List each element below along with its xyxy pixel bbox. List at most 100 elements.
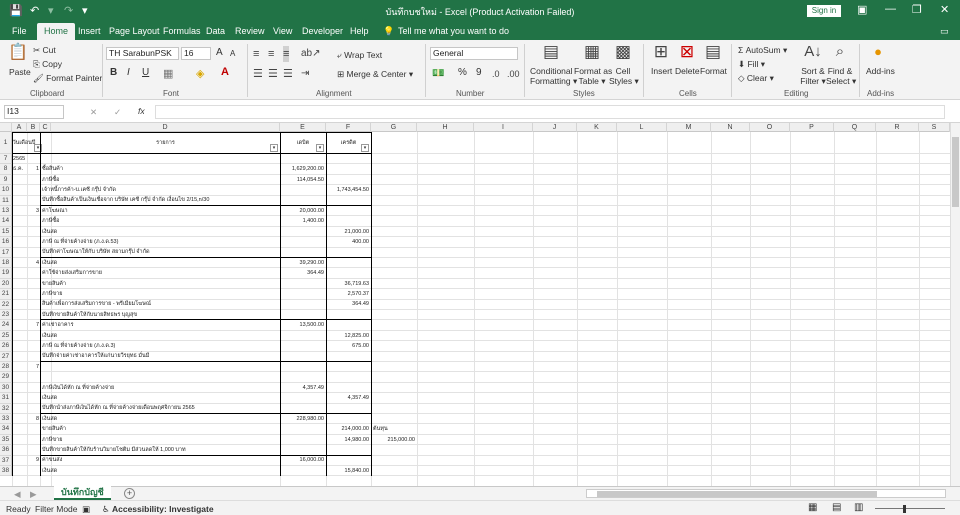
add-sheet-button[interactable]: + (124, 488, 135, 499)
wrap-text-button[interactable]: ⤶ Wrap Text (337, 50, 382, 60)
cell-debit[interactable]: 364.49 (281, 270, 324, 277)
row-header-16[interactable]: 16 (0, 237, 12, 248)
cell-description[interactable]: บันทึกขายสินค้าให้กับร้านวิมายโชติม มีส่… (42, 447, 278, 454)
h-scroll-thumb[interactable] (597, 491, 877, 497)
ribbon-display-icon[interactable]: ▣ (857, 3, 867, 16)
cell-credit[interactable]: 1,743,454.50 (327, 187, 369, 194)
cell-day[interactable]: 4 (27, 260, 39, 267)
row-header-22[interactable]: 22 (0, 299, 12, 310)
cell-description[interactable]: ภาษี ณ ที่จ่ายค้างจ่าย (ภ.ง.ด.3) (42, 343, 278, 350)
grow-font-button[interactable]: A (216, 48, 223, 58)
cell-debit[interactable]: 13,500.00 (281, 322, 324, 329)
row-header-9[interactable]: 9 (0, 174, 12, 186)
cancel-icon[interactable]: ✕ (90, 107, 97, 117)
row-header-15[interactable]: 15 (0, 226, 12, 238)
row-header-25[interactable]: 25 (0, 330, 12, 342)
column-header-p[interactable]: P (790, 123, 834, 132)
cell-description[interactable]: ค่าใช้จ่ายส่งเสริมการขาย (42, 270, 278, 277)
align-right-icon[interactable]: ☰ (283, 66, 293, 82)
name-box[interactable]: I13 (4, 105, 64, 119)
cell-debit[interactable]: 228,980.00 (281, 416, 324, 423)
minimize-icon[interactable]: — (885, 3, 896, 15)
row-header-35[interactable]: 35 (0, 434, 12, 446)
increase-decimal-icon[interactable]: .0 (492, 66, 500, 82)
row-header-36[interactable]: 36 (0, 445, 12, 456)
cell-description[interactable]: บันทึกจ่ายค่าเช่าอาคารให้แก่นายวีรยุทธ ม… (42, 353, 278, 360)
comma-button[interactable]: 9 (476, 68, 482, 78)
cell-description[interactable]: ขายสินค้า (42, 281, 278, 288)
cell-description[interactable]: บันทึกขายสินค้าให้กับนายสิทธพร บุญสุข (42, 312, 278, 319)
column-header-c[interactable]: C (40, 123, 51, 132)
fill-color-icon[interactable]: ◈ (196, 66, 204, 82)
cell-styles-button[interactable]: Cell Styles ▾ (609, 66, 639, 86)
row-header-26[interactable]: 26 (0, 341, 12, 352)
autosum-button[interactable]: Σ AutoSum ▾ (738, 45, 787, 55)
cell-credit[interactable]: 21,000.00 (327, 229, 369, 236)
percent-button[interactable]: % (458, 68, 467, 78)
cell-description[interactable]: ซื้อสินค้า (42, 166, 278, 173)
format-as-table-button[interactable]: Format as Table ▾ (574, 66, 612, 86)
column-header-f[interactable]: F (326, 123, 371, 132)
tab-help[interactable]: Help (350, 25, 369, 37)
macro-record-icon[interactable]: ▣ (82, 504, 90, 514)
cell-credit[interactable]: 214,000.00 (327, 426, 369, 433)
align-left-icon[interactable]: ☰ (253, 66, 263, 82)
cell-description[interactable]: ค่าโฆษณา (42, 208, 278, 215)
align-middle-icon[interactable]: ≡ (268, 46, 274, 62)
row-header-29[interactable]: 29 (0, 372, 12, 383)
add-ins-button[interactable]: Add-ins (866, 66, 895, 76)
cell-description[interactable]: ภาษีซื้อ (42, 218, 278, 225)
borders-icon[interactable]: ▦ (163, 66, 173, 82)
cell-description[interactable]: เงินสด (42, 229, 278, 236)
cell-description[interactable]: ภาษี ณ ที่จ่ายค้างจ่าย (ภ.ง.ด.53) (42, 239, 278, 246)
row-header-27[interactable]: 27 (0, 351, 12, 362)
insert-cells-button[interactable]: Insert (651, 66, 672, 76)
font-color-button[interactable]: A (221, 67, 229, 78)
column-header-i[interactable]: I (474, 123, 533, 132)
cell-credit[interactable]: 400.00 (327, 239, 369, 246)
tab-review[interactable]: Review (235, 25, 265, 37)
next-sheet-icon[interactable]: ▶ (30, 489, 37, 499)
row-header-23[interactable]: 23 (0, 310, 12, 321)
row-header-18[interactable]: 18 (0, 258, 12, 269)
column-header-a[interactable]: A (12, 123, 27, 132)
cell-description[interactable]: เงินสด (42, 416, 278, 423)
tab-home[interactable]: Home (37, 23, 76, 40)
cell-description[interactable]: เงินสด (42, 468, 278, 475)
cell-description[interactable]: สินค้าเพื่อการส่งเสริมการขาย - พรีเมียมโ… (42, 301, 278, 308)
row-header-37[interactable]: 37 (0, 455, 12, 466)
cell-description[interactable]: ภาษีขาย (42, 291, 278, 298)
shrink-font-button[interactable]: A (230, 49, 235, 59)
cell-day[interactable]: 3 (27, 208, 39, 215)
cut-button[interactable]: ✂ Cut (33, 45, 56, 55)
filter-button-description[interactable]: ▾ (270, 144, 278, 152)
copy-button[interactable]: ⎘ Copy (33, 59, 62, 69)
zoom-slider-thumb[interactable] (903, 505, 906, 513)
row-header-14[interactable]: 14 (0, 216, 12, 227)
filter-button-debit[interactable]: ▾ (316, 144, 324, 152)
fill-button[interactable]: ⬇ Fill ▾ (738, 59, 765, 69)
zoom-slider[interactable] (875, 508, 945, 509)
column-header-s[interactable]: S (919, 123, 950, 132)
cell-day[interactable]: 7 (27, 322, 39, 329)
column-header-n[interactable]: N (711, 123, 750, 132)
tab-file[interactable]: File (12, 25, 27, 37)
paste-button[interactable]: Paste (9, 67, 31, 77)
column-header-d[interactable]: D (51, 123, 280, 132)
font-name-select[interactable]: TH SarabunPSK (106, 47, 179, 60)
column-header-r[interactable]: R (876, 123, 919, 132)
cell-description[interactable]: เจ้าหนี้การค้า-บ.เคซี กรุ๊ป จำกัด (42, 187, 278, 194)
row-header-33[interactable]: 33 (0, 414, 12, 425)
cell-description[interactable]: เงินสด (42, 260, 278, 267)
vertical-scrollbar[interactable] (950, 123, 960, 486)
tab-developer[interactable]: Developer (302, 25, 343, 37)
cell-date[interactable]: 2565 (13, 156, 26, 163)
number-format-select[interactable]: General (430, 47, 518, 60)
underline-button[interactable]: U (142, 68, 149, 78)
column-header-h[interactable]: H (417, 123, 474, 132)
row-header-7[interactable]: 7 (0, 154, 12, 165)
cell-description[interactable]: ค่าขนส่ง (42, 457, 278, 464)
cell-description[interactable]: เงินสด (42, 333, 278, 340)
page-break-view-icon[interactable]: ▥ (854, 503, 863, 513)
cell-note[interactable]: ต้นทุน (373, 426, 415, 433)
